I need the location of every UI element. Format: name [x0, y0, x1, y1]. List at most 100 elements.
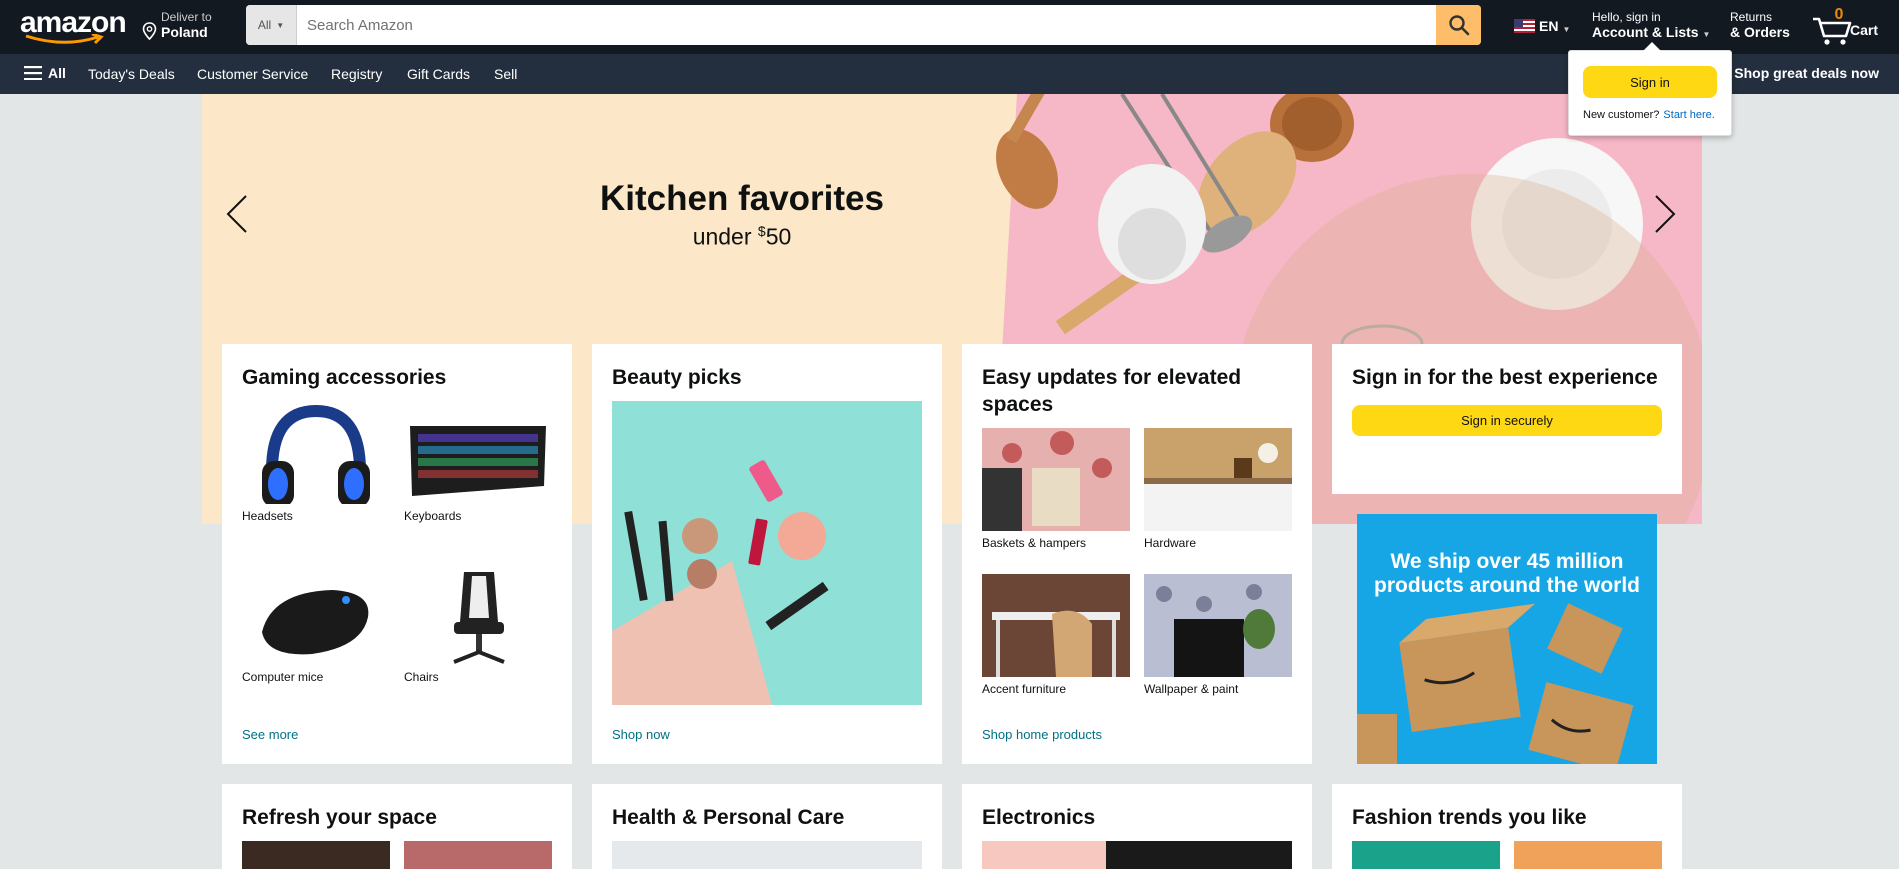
flyout-sign-in-button[interactable]: Sign in [1583, 66, 1717, 98]
card-title: Refresh your space [242, 806, 437, 829]
hardware-image [1144, 428, 1292, 531]
returns-label: Returns [1730, 10, 1773, 24]
cart-label: Cart [1850, 22, 1879, 38]
tile-accent-furniture[interactable]: Accent furniture [982, 574, 1130, 696]
refresh-image-1[interactable] [242, 841, 390, 869]
tile-hardware[interactable]: Hardware [1144, 428, 1292, 550]
search-button[interactable] [1436, 5, 1481, 45]
fashion-image-2[interactable] [1514, 841, 1662, 869]
beauty-image[interactable] [612, 401, 922, 705]
fashion-image-1[interactable] [1352, 841, 1500, 869]
baskets-image [982, 428, 1130, 531]
shop-now-link[interactable]: Shop now [612, 727, 670, 742]
cart-icon [1813, 17, 1852, 45]
caret-down-icon: ▼ [1562, 24, 1571, 34]
shop-great-deals-link[interactable]: Shop great deals now [1734, 65, 1879, 81]
nav-registry[interactable]: Registry [331, 66, 382, 82]
tile-caption: Accent furniture [982, 682, 1067, 696]
account-lists-label: Account & Lists [1592, 24, 1699, 40]
card-title: Fashion trends you like [1352, 806, 1587, 829]
tile-caption: Wallpaper & paint [1144, 682, 1239, 696]
top-nav: amazon Deliver to Poland All ▼ Search Am… [0, 0, 1899, 54]
nav-sell[interactable]: Sell [494, 66, 517, 82]
new-customer-text: New customer? Start here. [1583, 109, 1715, 121]
tile-wallpaper-paint[interactable]: Wallpaper & paint [1144, 574, 1292, 696]
card-title: Beauty picks [612, 366, 742, 389]
smile-arrow-icon [25, 34, 104, 45]
all-menu-button[interactable]: All [24, 65, 66, 81]
card-sign-in: Sign in for the best experience Sign in … [1332, 344, 1682, 494]
account-greeting: Hello, sign in [1592, 10, 1661, 24]
card-title: Health & Personal Care [612, 806, 845, 829]
location-pin-icon [142, 22, 157, 40]
tile-baskets-hampers[interactable]: Baskets & hampers [982, 428, 1130, 550]
us-flag-icon [1514, 19, 1535, 33]
hamburger-icon [24, 66, 42, 80]
hero-subtitle-prefix: under [692, 223, 758, 250]
tile-headsets[interactable]: Headsets [242, 401, 390, 523]
card-electronics: Electronics [962, 784, 1312, 869]
refresh-image-2[interactable] [404, 841, 552, 869]
electronics-image[interactable] [982, 841, 1292, 869]
tile-computer-mice[interactable]: Computer mice [242, 562, 390, 684]
card-fashion-trends: Fashion trends you like [1332, 784, 1682, 869]
mouse-image [242, 562, 390, 665]
tile-chairs[interactable]: Chairs [404, 562, 552, 684]
search-category-value: All [257, 18, 272, 32]
hero-subtitle: under $50 [202, 223, 1282, 251]
shop-home-products-link[interactable]: Shop home products [982, 727, 1102, 742]
tile-caption: Computer mice [242, 670, 324, 684]
tile-caption: Keyboards [404, 509, 462, 523]
nav-customer-service[interactable]: Customer Service [197, 66, 308, 82]
amazon-logo[interactable]: amazon [20, 8, 127, 46]
deliver-label: Deliver to [161, 10, 212, 24]
start-here-link[interactable]: Start here. [1663, 109, 1714, 121]
gaming-chair-image [404, 562, 552, 665]
new-customer-label: New customer? [1583, 109, 1660, 121]
card-title: Gaming accessories [242, 366, 447, 389]
nav-gift-cards[interactable]: Gift Cards [407, 66, 470, 82]
keyboard-image [404, 401, 552, 504]
shipping-ad[interactable]: We ship over 45 million products around … [1357, 514, 1657, 764]
card-title: Sign in for the best experience [1352, 366, 1658, 389]
hero-amount: 50 [765, 223, 792, 250]
caret-down-icon: ▼ [1702, 30, 1711, 39]
sign-in-securely-button[interactable]: Sign in securely [1352, 405, 1662, 436]
tile-keyboards[interactable]: Keyboards [404, 401, 552, 523]
search-icon [1448, 15, 1469, 36]
headset-image [242, 401, 390, 504]
caret-down-icon: ▼ [276, 20, 285, 30]
orders-label: & Orders [1730, 24, 1790, 40]
card-beauty-picks: Beauty picks Shop now [592, 344, 942, 764]
tile-caption: Baskets & hampers [982, 536, 1087, 550]
language-selector[interactable]: EN ▼ [1514, 18, 1570, 34]
search-bar: All ▼ [246, 5, 1481, 45]
search-category-select[interactable]: All ▼ [246, 5, 297, 45]
account-lists[interactable]: Hello, sign in Account & Lists ▼ [1592, 10, 1710, 40]
carousel-next-arrow-icon[interactable] [1652, 194, 1678, 234]
tile-caption: Chairs [404, 670, 439, 684]
wallpaper-image [1144, 574, 1292, 677]
hero-currency: $ [757, 223, 766, 239]
card-title: Easy updates for elevated spaces [982, 366, 1242, 416]
card-health-care: Health & Personal Care [592, 784, 942, 869]
search-input[interactable] [297, 5, 1436, 45]
nav-todays-deals[interactable]: Today's Deals [88, 66, 175, 82]
health-image[interactable] [612, 841, 922, 869]
all-menu-label: All [48, 65, 66, 81]
tile-caption: Hardware [1144, 536, 1197, 550]
hero-title: Kitchen favorites [600, 179, 884, 218]
furniture-image [982, 574, 1130, 677]
carousel-prev-arrow-icon[interactable] [224, 194, 250, 234]
see-more-link[interactable]: See more [242, 727, 298, 742]
signin-flyout: Sign in New customer? Start here. [1568, 42, 1732, 136]
deliver-to[interactable]: Deliver to Poland [140, 9, 230, 43]
tile-caption: Headsets [242, 509, 293, 523]
ship-ad-text: We ship over 45 million products around … [1374, 550, 1640, 597]
card-home-updates: Easy updates for elevated spaces Baskets… [962, 344, 1312, 764]
card-gaming-accessories: Gaming accessories Headsets Keyboards Co… [222, 344, 572, 764]
returns-orders[interactable]: Returns & Orders [1730, 10, 1790, 40]
card-refresh-space: Refresh your space [222, 784, 572, 869]
cart-button[interactable]: 0 Cart [1810, 6, 1892, 48]
deliver-country: Poland [161, 24, 208, 40]
